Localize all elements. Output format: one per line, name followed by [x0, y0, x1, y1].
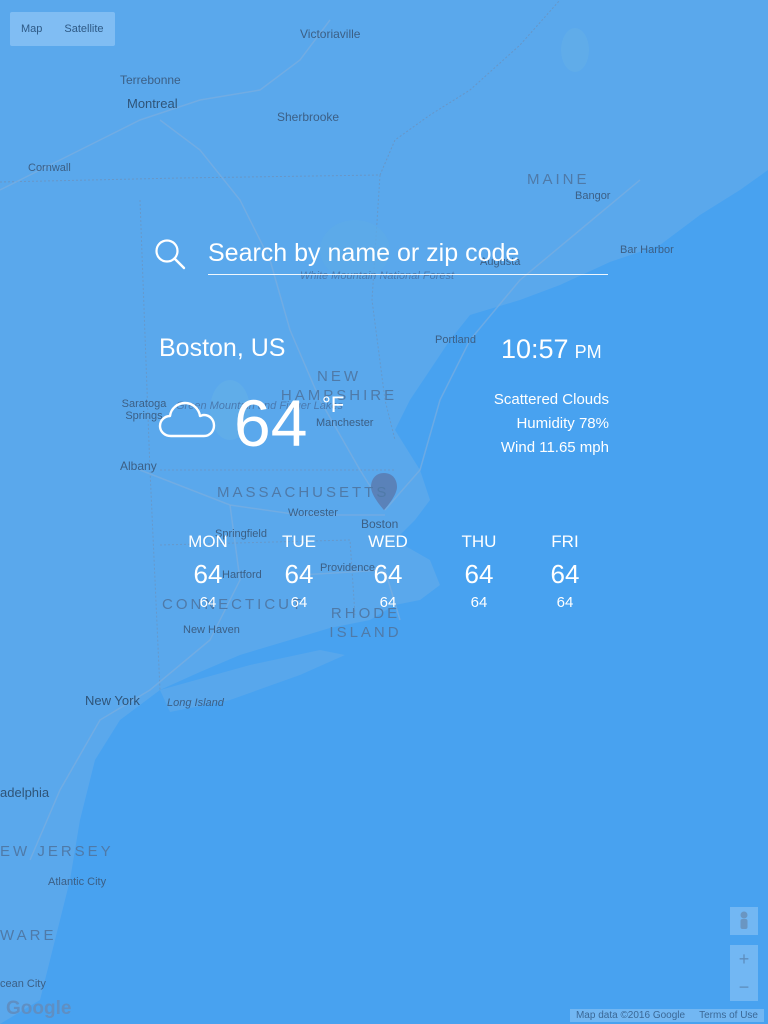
forecast-low: 64 — [199, 594, 217, 611]
map-label-sherbrooke: Sherbrooke — [277, 110, 340, 124]
forecast-high: 64 — [464, 559, 494, 589]
search-bar — [153, 232, 610, 277]
city-name: Boston, US — [159, 334, 286, 362]
weather-wind: Wind 11.65 mph — [500, 439, 609, 456]
weather-humidity: Humidity 78% — [516, 415, 609, 432]
forecast-high: 64 — [193, 559, 223, 589]
map-label-bangor: Bangor — [575, 190, 611, 202]
forecast-day-label: FRI — [551, 532, 579, 551]
pegman-icon — [740, 911, 748, 929]
street-view-pegman[interactable] — [730, 907, 758, 935]
forecast-day-fri: FRI 64 64 — [520, 531, 610, 614]
forecast-day-mon: MON 64 64 — [163, 531, 253, 614]
forecast-low: 64 — [556, 594, 574, 611]
map-tiles — [0, 0, 768, 1024]
zoom-in-button[interactable]: + — [730, 945, 758, 973]
zoom-control: + − — [730, 945, 758, 1001]
forecast-day-label: MON — [188, 532, 228, 551]
map-label-maine: MAINE — [527, 171, 590, 188]
map-label-victoriaville: Victoriaville — [300, 27, 361, 41]
search-icon[interactable] — [153, 237, 187, 271]
forecast-high: 64 — [284, 559, 314, 589]
map-label-montreal: Montreal — [127, 96, 178, 111]
map-label-bar-harbor: Bar Harbor — [620, 244, 674, 256]
map-label-massachusetts: MASSACHUSETTS — [217, 484, 390, 501]
map-label-cornwall: Cornwall — [28, 162, 71, 174]
map-label-long-island: Long Island — [167, 697, 224, 709]
local-time: 10:57 PM — [501, 334, 602, 365]
current-temperature: 64 — [234, 386, 308, 460]
map-background[interactable]: Victoriaville Terrebonne Montreal Sherbr… — [0, 0, 768, 1024]
forecast-low: 64 — [379, 594, 397, 611]
cloud-icon — [158, 401, 216, 438]
forecast-day-thu: THU 64 64 — [434, 531, 524, 614]
map-label-new-york: New York — [85, 693, 140, 708]
map-label-new-jersey: EW JERSEY — [0, 843, 114, 860]
map-type-satellite-button[interactable]: Satellite — [53, 12, 114, 46]
map-label-delaware: WARE — [0, 927, 57, 944]
map-label-ocean-city: cean City — [0, 978, 46, 990]
temperature-unit: °F — [322, 392, 345, 417]
forecast-high: 64 — [550, 559, 580, 589]
weather-details: Scattered Clouds Humidity 78% Wind 11.65… — [494, 388, 609, 460]
forecast-day-label: THU — [461, 532, 497, 551]
forecast-high: 64 — [373, 559, 403, 589]
zoom-out-button[interactable]: − — [730, 973, 758, 1001]
map-label-albany: Albany — [120, 459, 157, 473]
map-label-portland: Portland — [435, 334, 476, 346]
map-attribution: Map data ©2016 Google Terms of Use — [569, 1009, 764, 1022]
forecast-day-tue: TUE 64 64 — [254, 531, 344, 614]
time-ampm: PM — [574, 342, 602, 362]
map-type-control: Map Satellite — [10, 12, 115, 46]
google-logo: Google — [6, 998, 72, 1019]
forecast-day-label: TUE — [282, 532, 316, 551]
time-value: 10:57 — [501, 334, 569, 364]
map-label-new-haven: New Haven — [183, 624, 240, 636]
forecast-day-label: WED — [368, 532, 408, 551]
weather-condition: Scattered Clouds — [493, 391, 609, 408]
forecast-low: 64 — [470, 594, 488, 611]
map-label-terrebonne: Terrebonne — [120, 73, 181, 87]
map-label-boston: Boston — [361, 517, 399, 531]
forecast-low: 64 — [290, 594, 308, 611]
attribution-text: Map data ©2016 Google — [575, 1010, 686, 1021]
map-label-worcester: Worcester — [288, 507, 338, 519]
map-type-map-button[interactable]: Map — [10, 12, 53, 46]
terms-link[interactable]: Terms of Use — [699, 1010, 758, 1021]
map-label-manchester: Manchester — [316, 417, 374, 429]
search-input[interactable] — [208, 232, 608, 275]
map-label-philadelphia: adelphia — [0, 785, 50, 800]
map-label-atlantic-city: Atlantic City — [48, 876, 107, 888]
forecast-day-wed: WED 64 64 — [343, 531, 433, 614]
